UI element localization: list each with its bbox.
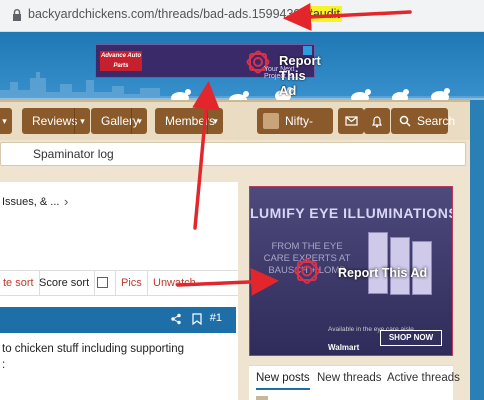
ad-tagline: Your Next Project Is... xyxy=(264,66,300,80)
ad-brand-logo: Advance Auto Parts xyxy=(100,51,142,71)
bookmark-icon[interactable] xyxy=(192,313,202,325)
search-icon xyxy=(399,115,411,127)
post-body: to chicken stuff including supporting : xyxy=(2,343,184,371)
inbox-button[interactable] xyxy=(338,108,364,134)
sort-score[interactable]: Score sort xyxy=(34,271,96,295)
page-edge xyxy=(470,100,484,400)
tab-active-threads[interactable]: Active threads xyxy=(387,372,460,384)
checkbox-icon xyxy=(97,277,108,288)
nav-item-members[interactable]: Members ▾ xyxy=(155,108,223,134)
alerts-button[interactable] xyxy=(364,108,390,134)
envelope-icon xyxy=(345,116,358,126)
nav-item-gallery[interactable]: Gallery ▾ xyxy=(91,108,147,134)
report-ad-icon xyxy=(294,258,320,284)
user-menu[interactable]: Nifty-Chicken xyxy=(257,108,333,154)
post-header: #1 xyxy=(0,307,236,333)
ad-headline: LUMIFY EYE ILLUMINATIONS xyxy=(250,205,453,221)
url-text: backyardchickens.com/threads/bad-ads.159… xyxy=(28,6,342,22)
product-box xyxy=(368,232,388,294)
chevron-down-icon: ▾ xyxy=(0,108,12,134)
chevron-down-icon[interactable]: ▾ xyxy=(131,108,147,134)
chevron-right-icon[interactable]: › xyxy=(64,194,68,209)
share-icon[interactable] xyxy=(170,313,182,325)
url-highlight: #audit xyxy=(303,6,342,22)
sort-bar: te sort Score sort Pics Unwatch xyxy=(0,270,238,296)
nav-dropdown-previous[interactable]: ▾ xyxy=(0,108,12,134)
bell-icon xyxy=(372,116,382,128)
main-nav: ▾ Reviews▾ Gallery▾ Members▾ Nifty-Chick… xyxy=(0,100,470,154)
post-number[interactable]: #1 xyxy=(210,312,222,324)
tab-new-posts[interactable]: New posts xyxy=(256,372,310,390)
pics-link[interactable]: Pics xyxy=(116,271,148,295)
thread-title[interactable]: Issues, & ... xyxy=(0,196,59,208)
nav-item-reviews[interactable]: Reviews ▾ xyxy=(22,108,90,134)
ad-shop-now-button[interactable]: SHOP NOW xyxy=(380,330,442,346)
filter-toggle[interactable] xyxy=(90,271,116,295)
adchoices-icon[interactable] xyxy=(303,46,312,55)
unwatch-link[interactable]: Unwatch xyxy=(148,271,201,295)
lock-icon xyxy=(13,9,21,21)
retailer-logo: Walmart xyxy=(328,343,360,352)
report-ad-label[interactable]: Report This Ad xyxy=(338,266,427,280)
top-banner-ad[interactable]: Advance Auto Parts Report This Ad Your N… xyxy=(95,44,321,98)
tab-new-threads[interactable]: New threads xyxy=(317,372,382,384)
chevron-down-icon[interactable]: ▾ xyxy=(74,108,90,134)
sidebar-tabs: New posts New threads Active threads xyxy=(249,365,460,400)
list-item xyxy=(256,396,268,400)
search-button[interactable]: Search xyxy=(391,108,455,134)
sidebar-ad[interactable]: LUMIFY EYE ILLUMINATIONS FROM THE EYE CA… xyxy=(249,186,453,356)
avatar xyxy=(263,113,279,129)
chevron-down-icon[interactable]: ▾ xyxy=(207,108,223,134)
breadcrumb[interactable]: Spaminator log xyxy=(0,142,466,166)
url-bar[interactable]: backyardchickens.com/threads/bad-ads.159… xyxy=(0,0,484,32)
